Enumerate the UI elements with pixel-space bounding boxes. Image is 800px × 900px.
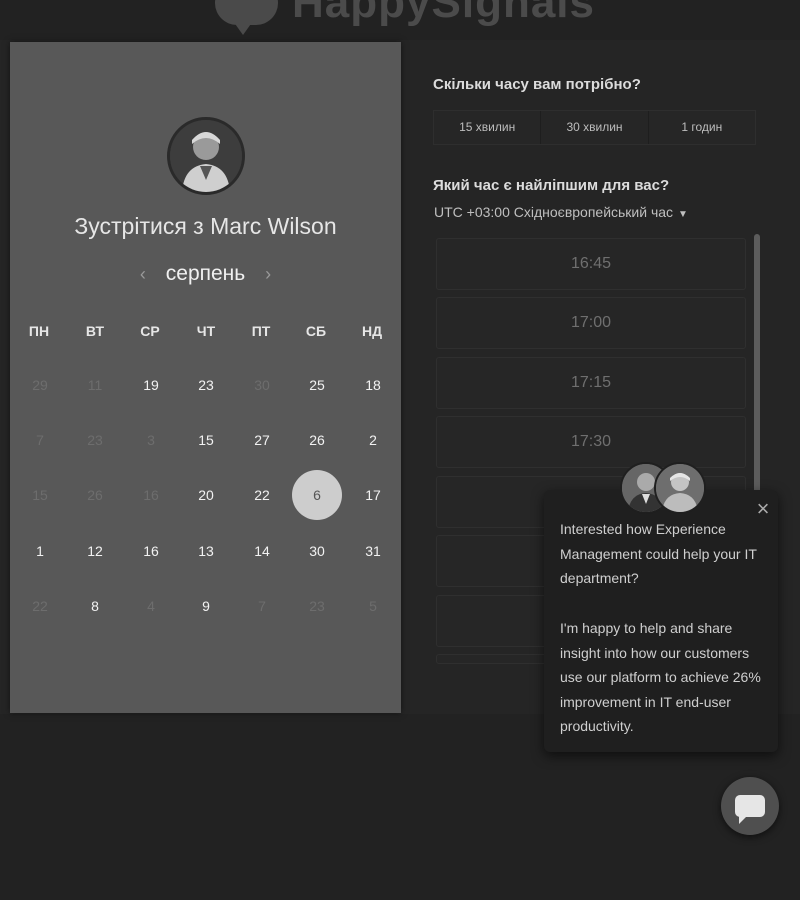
calendar-day[interactable]: 27: [237, 415, 287, 465]
host-title: Зустрітися з Marc Wilson: [74, 213, 337, 239]
time-slot[interactable]: 17:15: [436, 357, 746, 409]
calendar-day: 7: [258, 598, 266, 614]
calendar-day[interactable]: 8: [70, 581, 120, 631]
duration-selector: 15 хвилин 30 хвилин 1 годин: [433, 110, 756, 145]
calendar-day: 3: [147, 432, 155, 448]
duration-option-15[interactable]: 15 хвилин: [434, 111, 542, 144]
chat-bubble-icon: [735, 795, 765, 824]
calendar-day[interactable]: 26: [292, 415, 342, 465]
host-avatar: [167, 117, 245, 195]
calendar-day[interactable]: 15: [181, 415, 231, 465]
calendar-day[interactable]: 23: [181, 360, 231, 410]
calendar-day: 23: [87, 432, 103, 448]
calendar-day[interactable]: 12: [70, 526, 120, 576]
duration-option-30[interactable]: 30 хвилин: [541, 111, 649, 144]
calendar-day[interactable]: 31: [348, 526, 398, 576]
calendar-day: 23: [309, 598, 325, 614]
popup-message-1: Interested how Experience Management cou…: [560, 521, 757, 587]
chevron-right-icon[interactable]: ›: [251, 264, 285, 285]
calendar-day: 26: [87, 487, 103, 503]
logo-bubble-icon: [215, 0, 279, 35]
person-icon: [170, 120, 242, 192]
calendar-day: 30: [254, 377, 270, 393]
chat-launcher-button[interactable]: [721, 777, 779, 835]
month-navigation: ‹ серпень ›: [0, 262, 411, 286]
caret-down-icon: ▼: [678, 209, 688, 220]
time-slot[interactable]: 16:45: [436, 238, 746, 290]
chevron-left-icon[interactable]: ‹: [126, 264, 160, 285]
calendar-day: 29: [32, 377, 48, 393]
calendar-day[interactable]: 17: [348, 470, 398, 520]
weekday-label: ВТ: [85, 323, 105, 339]
weekday-label: СБ: [305, 323, 327, 339]
calendar-day[interactable]: 20: [181, 470, 231, 520]
calendar-day[interactable]: 1: [15, 526, 65, 576]
calendar-day: 5: [369, 598, 377, 614]
calendar-day: 22: [32, 598, 48, 614]
duration-option-60[interactable]: 1 годин: [648, 111, 755, 144]
popup-message-2: I'm happy to help and share insight into…: [560, 620, 761, 735]
popup-avatars: [620, 462, 710, 514]
agent-avatar: [654, 462, 706, 514]
time-question: Який час є найліпшим для вас?: [433, 177, 670, 194]
timezone-selector[interactable]: UTC +03:00 Східноєвропейський час ▼: [434, 204, 688, 220]
calendar-day[interactable]: 30: [292, 526, 342, 576]
brand-logo: HappySignals: [215, 0, 595, 35]
duration-question: Скільки часу вам потрібно?: [433, 76, 641, 93]
time-slot[interactable]: 17:30: [436, 416, 746, 468]
person-icon: [656, 464, 704, 512]
weekday-label: ЧТ: [196, 323, 216, 339]
weekday-label: ПН: [28, 323, 50, 339]
calendar-day[interactable]: 9: [181, 581, 231, 631]
logo-text: HappySignals: [292, 0, 595, 27]
calendar-day[interactable]: 18: [348, 360, 398, 410]
calendar-day: 4: [147, 598, 155, 614]
calendar-day: 11: [87, 377, 103, 393]
weekday-label: СР: [140, 323, 160, 339]
calendar-day[interactable]: 2: [348, 415, 398, 465]
calendar-day: 16: [143, 487, 159, 503]
month-label: серпень: [165, 262, 246, 286]
calendar-day: 7: [36, 432, 44, 448]
calendar-day: 15: [32, 487, 48, 503]
timezone-label: UTC +03:00 Східноєвропейський час: [434, 204, 674, 220]
slot-list-scrollbar[interactable]: [754, 234, 760, 496]
calendar-day[interactable]: 25: [292, 360, 342, 410]
calendar-day[interactable]: 13: [181, 526, 231, 576]
calendar-day[interactable]: 22: [237, 470, 287, 520]
calendar-day[interactable]: 16: [126, 526, 176, 576]
calendar-day-selected[interactable]: 6: [292, 470, 342, 520]
weekday-label: ПТ: [251, 323, 271, 339]
calendar-day[interactable]: 14: [237, 526, 287, 576]
time-slot[interactable]: 17:00: [436, 297, 746, 349]
weekday-label: НД: [361, 323, 383, 339]
calendar-day[interactable]: 19: [126, 360, 176, 410]
